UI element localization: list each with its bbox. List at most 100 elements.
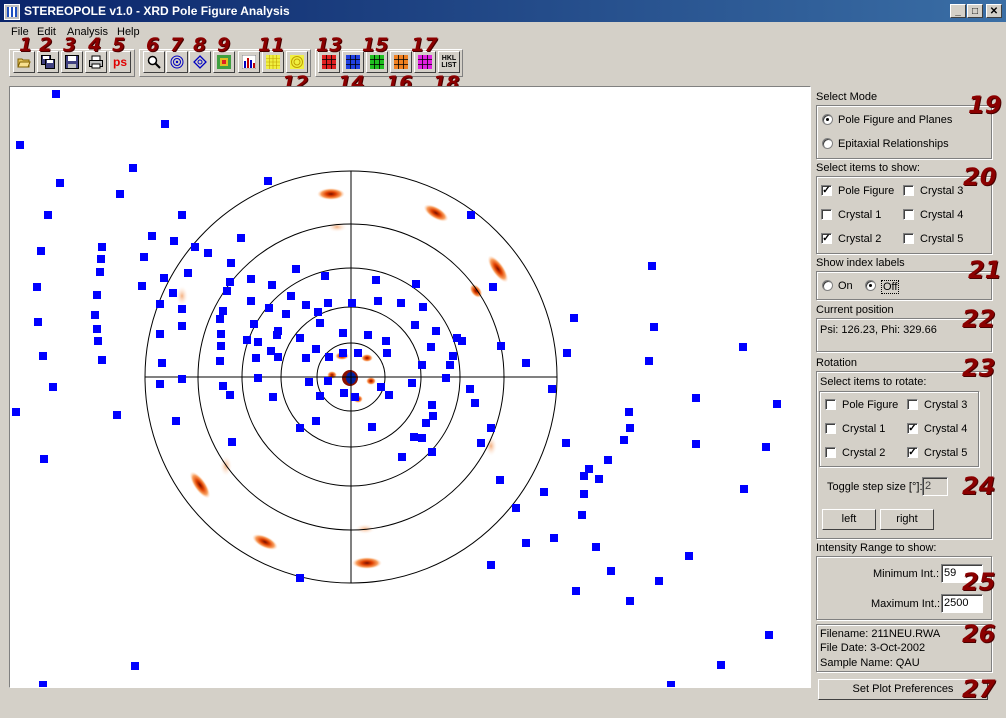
show-crystal-2-label: Crystal 2 [838,233,882,245]
pole-marker [93,291,101,299]
pole-marker [39,681,47,687]
pole-marker [97,255,105,263]
pole-marker [762,443,770,451]
pole-marker [52,90,60,98]
pole-marker [364,331,372,339]
pole-marker [56,179,64,187]
pole-marker [620,436,628,444]
pole-marker [685,552,693,560]
pole-marker [580,472,588,480]
show-crystal-2-checkbox[interactable]: ✓ [821,233,832,244]
pole-marker [274,353,282,361]
crystal-2-button[interactable] [342,51,364,73]
pole-marker [419,303,427,311]
pole-marker [562,439,570,447]
crystal-4-button[interactable] [390,51,412,73]
show-crystal-4-checkbox[interactable] [903,209,914,220]
rotate-left-button[interactable]: left [822,509,876,530]
hkl-list-icon: HKL LIST [441,55,457,69]
pole-marker [339,349,347,357]
pole-marker [471,399,479,407]
pole-marker [487,561,495,569]
minimize-button[interactable]: _ [950,4,966,18]
show-pole-figure-checkbox[interactable]: ✓ [821,185,832,196]
max-int-input[interactable]: 2500 [941,594,983,613]
close-button[interactable]: ✕ [986,4,1002,18]
pole-marker [487,424,495,432]
pole-marker [427,343,435,351]
pole-marker [411,321,419,329]
pole-marker [429,412,437,420]
rotate-icon [193,55,207,69]
crystal-2-icon [346,55,360,69]
rotate-items-label: Select items to rotate: [820,376,927,388]
rotate-crystal-5-checkbox[interactable]: ✓ [907,447,918,458]
show-crystal-1-checkbox[interactable] [821,209,832,220]
rotate-right-button[interactable]: right [880,509,934,530]
annotation-number: 6 [146,34,160,56]
pole-marker [550,534,558,542]
pole-marker [156,300,164,308]
show-crystal-1-label: Crystal 1 [838,209,882,221]
pole-marker [377,383,385,391]
crystal-5-icon [418,55,432,69]
pole-marker [408,379,416,387]
pole-marker [33,283,41,291]
annotation-number: 27 [962,675,996,703]
annotation-number: 1 [19,34,33,56]
pole-marker [385,391,393,399]
filename-text: Filename: 211NEU.RWA [820,628,941,640]
pole-marker [156,380,164,388]
annotation-number: 13 [316,34,343,56]
show-crystal-5-checkbox[interactable] [903,233,914,244]
save-icon [65,55,79,69]
rotate-crystal-1-checkbox[interactable] [825,423,836,434]
pole-marker [216,357,224,365]
rotate-crystal-4-checkbox[interactable]: ✓ [907,423,918,434]
pole-marker [158,359,166,367]
pole-marker [522,359,530,367]
pole-marker [765,631,773,639]
pole-figure-plot[interactable] [9,86,811,688]
pole-marker [422,419,430,427]
pole-marker [254,374,262,382]
crystal-1-icon [322,55,336,69]
pole-marker [585,465,593,473]
pole-marker [316,392,324,400]
pole-marker [305,378,313,386]
annotation-number: 3 [63,34,77,56]
pole-marker [497,342,505,350]
rotate-crystal-3-checkbox[interactable] [907,399,918,410]
pole-marker [368,423,376,431]
current-position-value: Psi: 126.23, Phi: 329.66 [820,324,937,336]
index-labels-on-radio[interactable] [822,280,833,291]
show-crystal-3-checkbox[interactable] [903,185,914,196]
pole-marker [161,120,169,128]
window-title: STEREOPOLE v1.0 - XRD Pole Figure Analys… [24,4,290,18]
annotation-number: 15 [362,34,389,56]
print-icon [89,55,103,69]
maximize-button[interactable]: □ [967,4,983,18]
sample-name-text: Sample Name: QAU [820,657,920,669]
pole-marker [264,177,272,185]
step-size-input[interactable]: 2 [922,477,948,496]
index-labels-off-radio[interactable] [865,280,876,291]
select-show-label: Select items to show: [816,162,920,174]
pole-markers [12,90,781,687]
show-pole-figure-label: Pole Figure [838,185,895,197]
pole-marker [324,299,332,307]
pole-marker [91,311,99,319]
histogram-button[interactable] [238,51,260,73]
pole-marker [302,354,310,362]
circle-grid-button[interactable] [286,51,308,73]
pole-marker [267,347,275,355]
hkl-list-button[interactable]: HKL LIST [438,51,460,73]
mode-pole-figure-radio[interactable] [822,114,833,125]
mode-epitaxial-radio[interactable] [822,138,833,149]
rotate-crystal-2-checkbox[interactable] [825,447,836,458]
rotate-pole-figure-checkbox[interactable] [825,399,836,410]
show-crystal-3-label: Crystal 3 [920,185,964,197]
pole-marker [178,211,186,219]
pole-marker [269,393,277,401]
pole-marker [138,282,146,290]
